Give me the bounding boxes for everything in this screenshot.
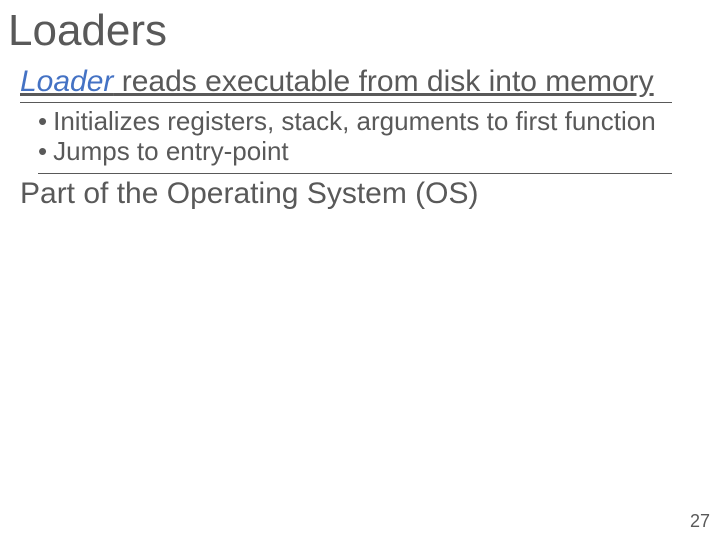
bullet-marker: •	[38, 107, 53, 137]
definition-line: Loader reads executable from disk into m…	[20, 64, 700, 100]
slide-title: Loaders	[0, 0, 720, 62]
bullet-item: • Initializes registers, stack, argument…	[38, 107, 700, 137]
bullet-list: • Initializes registers, stack, argument…	[20, 103, 700, 173]
bullet-item: • Jumps to entry-point	[38, 137, 700, 167]
term-loader: Loader	[20, 65, 113, 98]
page-number: 27	[690, 511, 710, 532]
secondary-line: Part of the Operating System (OS)	[20, 174, 700, 212]
definition-rest: reads executable from disk into memory	[113, 65, 653, 98]
bullet-text: Jumps to entry-point	[53, 137, 289, 167]
slide-content: Loader reads executable from disk into m…	[0, 62, 720, 212]
bullet-marker: •	[38, 137, 53, 167]
bullet-text: Initializes registers, stack, arguments …	[53, 107, 656, 137]
